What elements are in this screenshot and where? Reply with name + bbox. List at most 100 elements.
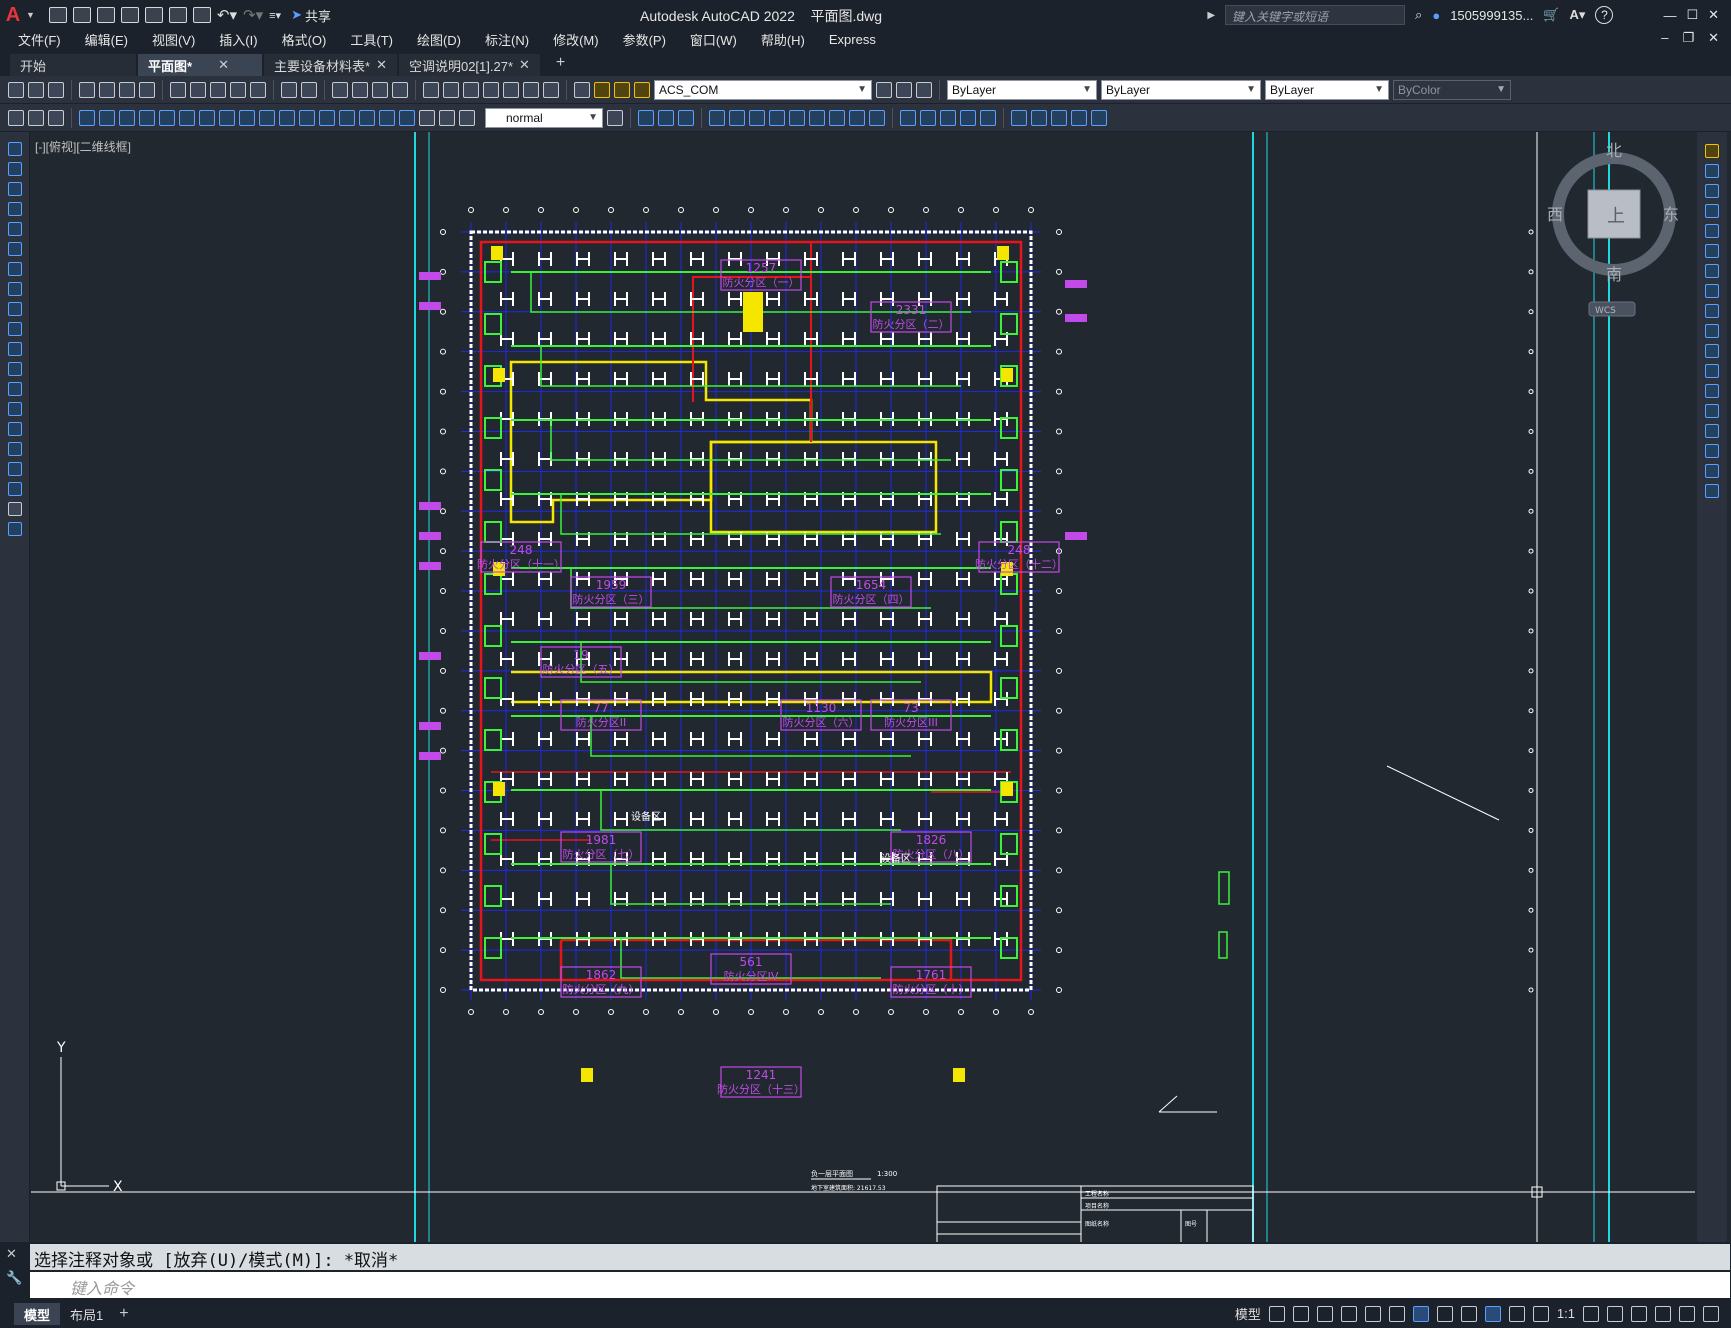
tab-model[interactable]: 模型: [14, 1303, 61, 1325]
scale-icon[interactable]: [1705, 284, 1719, 298]
insert-block-icon[interactable]: [7, 362, 22, 376]
menu-view[interactable]: 视图(V): [152, 30, 195, 49]
save-icon[interactable]: [48, 81, 64, 98]
chamfer-icon[interactable]: [1705, 424, 1719, 438]
object-snap-tracking-icon[interactable]: [1388, 1305, 1405, 1322]
hardware-acceleration-icon[interactable]: [1655, 1305, 1671, 1322]
undo-icon[interactable]: [281, 81, 297, 98]
break-at-point-icon[interactable]: [1705, 364, 1719, 378]
layer-match-icon[interactable]: [916, 81, 932, 98]
modify-explode-icon[interactable]: [960, 109, 976, 126]
draw-order-icon[interactable]: [980, 109, 996, 126]
open-icon[interactable]: [28, 81, 44, 98]
move-icon[interactable]: [1705, 244, 1719, 258]
isolate-objects-icon[interactable]: [1631, 1305, 1647, 1322]
isodraft-icon[interactable]: [1364, 1305, 1381, 1322]
search-icon[interactable]: ⌕: [1415, 7, 1422, 23]
menu-tools[interactable]: 工具(T): [350, 30, 393, 49]
table-icon[interactable]: [7, 482, 22, 496]
menu-window[interactable]: 窗口(W): [690, 30, 737, 49]
command-customize-icon[interactable]: 🔧: [6, 1270, 22, 1286]
gear-icon[interactable]: [1583, 1305, 1599, 1322]
modify-rotate-icon[interactable]: [769, 109, 785, 126]
undo-icon[interactable]: ↶▾: [217, 6, 237, 24]
group-edit-icon[interactable]: [1051, 109, 1067, 126]
tool-palettes-icon[interactable]: [463, 81, 479, 98]
properties-icon[interactable]: [423, 81, 439, 98]
clean-screen-icon[interactable]: [1679, 1305, 1695, 1322]
viewcube-south[interactable]: 南: [1606, 265, 1622, 284]
ortho-icon[interactable]: [1316, 1305, 1333, 1322]
tab-start[interactable]: 开始: [10, 54, 136, 76]
menu-format[interactable]: 格式(O): [282, 30, 327, 49]
dimension-style-icon[interactable]: [607, 109, 623, 126]
dimension-break-icon[interactable]: [319, 109, 335, 126]
ellipse-arc-icon[interactable]: [7, 342, 22, 356]
tab-plan[interactable]: 平面图* ✕: [138, 54, 262, 76]
annotation-scale-icon[interactable]: [1532, 1305, 1549, 1322]
search-expand-icon[interactable]: ▶: [1207, 10, 1215, 21]
new-icon[interactable]: [48, 7, 67, 23]
blend-curves-icon[interactable]: [1705, 464, 1719, 478]
modify-break-icon[interactable]: [869, 109, 885, 126]
point-icon[interactable]: [7, 402, 22, 416]
plot-preview-icon[interactable]: [99, 81, 115, 98]
quick-dimension-icon[interactable]: [239, 109, 255, 126]
annotation-scale-value[interactable]: 1:1: [1557, 1306, 1575, 1321]
angular-icon[interactable]: [219, 109, 235, 126]
ellipse-icon[interactable]: [7, 322, 22, 336]
save-icon[interactable]: [96, 7, 115, 23]
array-icon[interactable]: [1705, 224, 1719, 238]
user-icon[interactable]: ●: [1432, 8, 1440, 23]
tab-materials[interactable]: 主要设备材料表* ✕: [264, 54, 397, 76]
tab-close-icon[interactable]: ✕: [218, 57, 229, 73]
mirror-icon[interactable]: [1705, 184, 1719, 198]
print-icon[interactable]: [192, 7, 211, 23]
dimension-text-edit-icon[interactable]: [439, 109, 455, 126]
redo-icon[interactable]: ↷▾: [243, 6, 263, 24]
match-properties-icon[interactable]: [230, 81, 246, 98]
viewcube[interactable]: 上 北 南 西 东 WCS: [1547, 141, 1679, 317]
snap-icon[interactable]: [1292, 1305, 1309, 1322]
gradient-icon[interactable]: [7, 442, 22, 456]
add-selected-icon[interactable]: [7, 522, 22, 536]
redo-icon[interactable]: [301, 81, 317, 98]
open-web-icon[interactable]: [144, 7, 163, 23]
drawing-viewport[interactable]: [-][俯视][二维线框] 1257 防火分区（一） 2331 防火分区（二） 248 防…: [31, 132, 1695, 1242]
modify-fillet-icon[interactable]: [940, 109, 956, 126]
paste-icon[interactable]: [210, 81, 226, 98]
modify-copy-icon[interactable]: [658, 109, 674, 126]
polyline-icon[interactable]: [7, 182, 22, 196]
close-icon[interactable]: ✕: [1708, 7, 1719, 23]
add-layout-icon[interactable]: +: [119, 1305, 128, 1323]
modify-extend-icon[interactable]: [849, 109, 865, 126]
menu-dimension[interactable]: 标注(N): [485, 30, 529, 49]
viewcube-west[interactable]: 西: [1547, 205, 1563, 224]
plot-icon[interactable]: [79, 81, 95, 98]
annotation-visibility-icon[interactable]: [1484, 1305, 1501, 1322]
inspection-icon[interactable]: [379, 109, 395, 126]
copy-icon[interactable]: [190, 81, 206, 98]
match-icon[interactable]: [8, 109, 24, 126]
ordinate-icon[interactable]: [139, 109, 155, 126]
layer-freeze-icon[interactable]: [614, 81, 630, 98]
zoom-realtime-icon[interactable]: [352, 81, 368, 98]
copy-object-icon[interactable]: [1705, 164, 1719, 178]
transparency-icon[interactable]: [1460, 1305, 1477, 1322]
jogged-linear-icon[interactable]: [399, 109, 415, 126]
plus-icon[interactable]: [1607, 1305, 1623, 1322]
color-dropdown[interactable]: ByLayer ▼: [947, 79, 1097, 100]
save-web-icon[interactable]: [168, 7, 187, 23]
linetype-dropdown[interactable]: ByLayer ▼: [1101, 79, 1261, 100]
modify-offset-icon[interactable]: [709, 109, 725, 126]
trim-icon[interactable]: [1705, 324, 1719, 338]
grid-icon[interactable]: [1268, 1305, 1285, 1322]
construction-line-icon[interactable]: [7, 162, 22, 176]
auto-scale-icon[interactable]: [1508, 1305, 1525, 1322]
tab-layout1[interactable]: 布局1: [60, 1303, 113, 1325]
sheet-set-icon[interactable]: [483, 81, 499, 98]
cart-icon[interactable]: 🛒: [1543, 7, 1559, 23]
erase-icon[interactable]: [1705, 144, 1719, 158]
center-mark-icon[interactable]: [359, 109, 375, 126]
doc-minimize-icon[interactable]: –: [1661, 30, 1668, 46]
